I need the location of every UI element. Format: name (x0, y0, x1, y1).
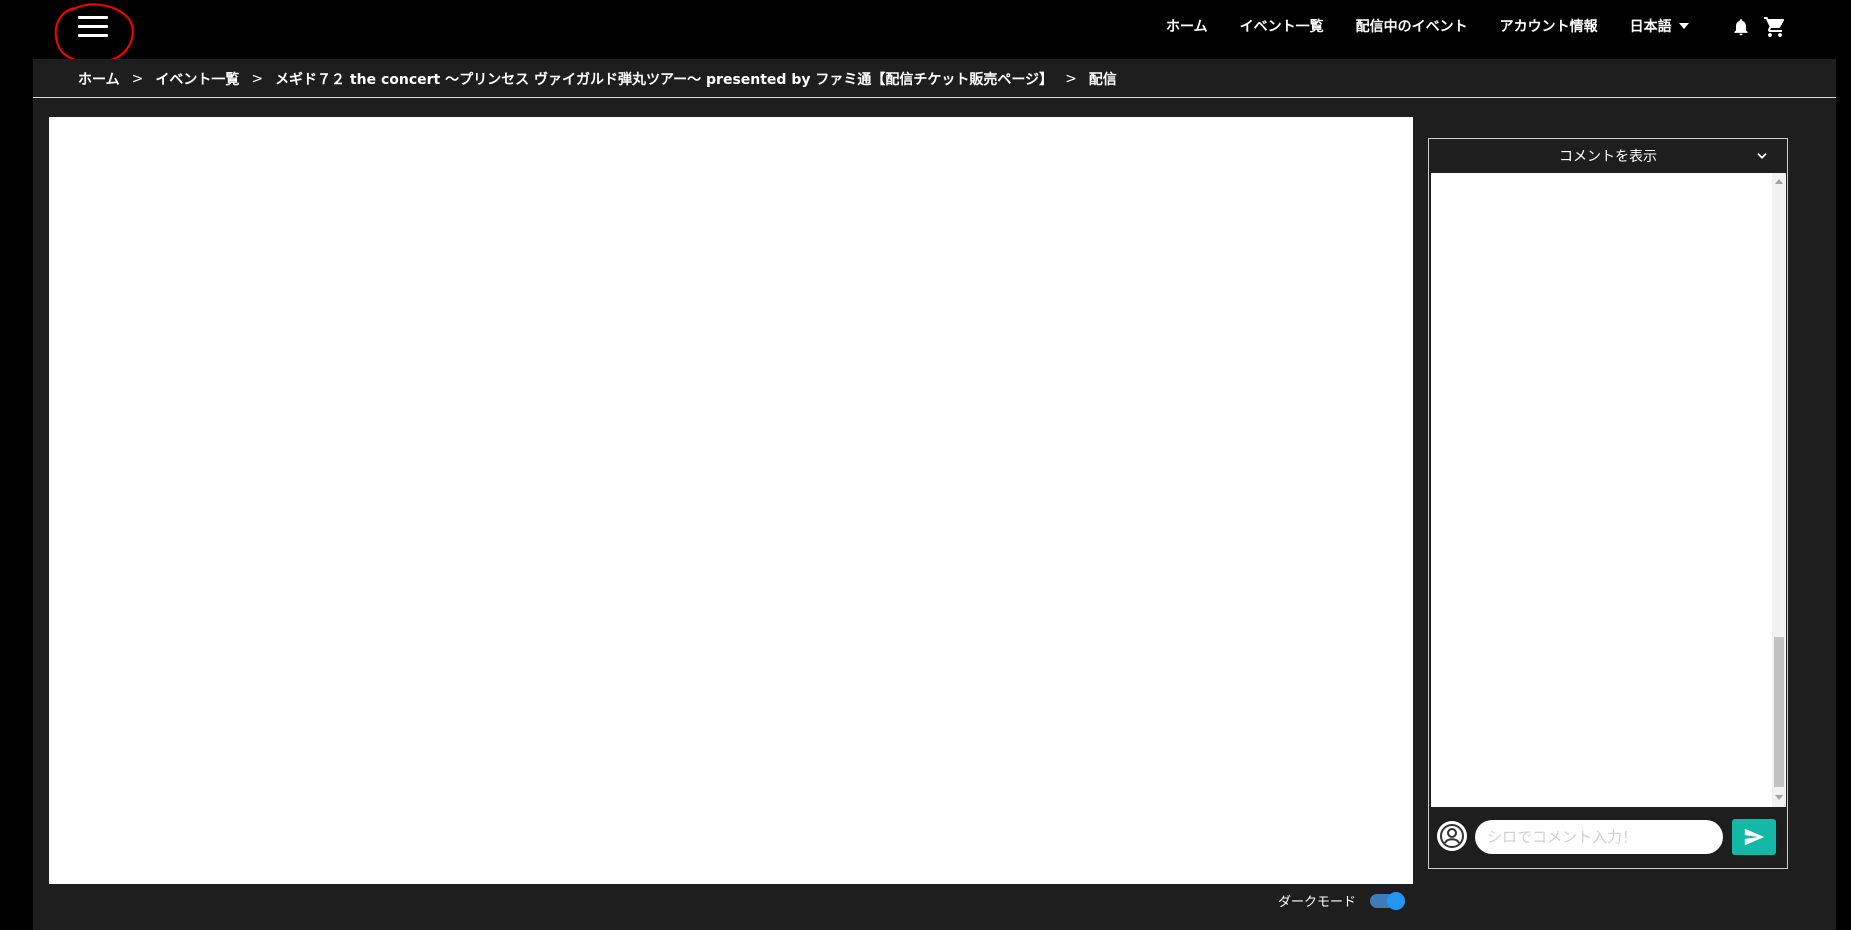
breadcrumb-current: 配信 (1088, 72, 1117, 88)
caret-down-icon (1678, 23, 1689, 29)
nav-account[interactable]: アカウント情報 (1500, 16, 1598, 36)
language-select[interactable]: 日本語 (1630, 16, 1689, 36)
darkmode-toggle-row: ダークモード (1278, 891, 1406, 910)
comment-scrollbar[interactable] (1772, 173, 1786, 807)
comments-toggle-header[interactable]: コメントを表示 (1429, 139, 1787, 173)
scroll-down-icon[interactable] (1775, 795, 1783, 800)
user-circle-icon (1437, 821, 1467, 851)
darkmode-toggle[interactable] (1370, 891, 1406, 910)
breadcrumb-separator: > (251, 71, 264, 87)
breadcrumb-home[interactable]: ホーム (78, 69, 120, 89)
chevron-down-icon (1757, 153, 1767, 159)
nav-events[interactable]: イベント一覧 (1240, 16, 1324, 36)
breadcrumb-events[interactable]: イベント一覧 (155, 69, 239, 89)
scroll-up-icon[interactable] (1775, 179, 1783, 184)
breadcrumb-separator: > (1065, 71, 1077, 87)
send-button[interactable] (1732, 819, 1776, 855)
divider (33, 97, 1836, 98)
breadcrumb-separator: > (131, 71, 144, 87)
comments-header-label: コメントを表示 (1559, 149, 1657, 165)
video-player[interactable] (49, 117, 1413, 884)
comment-list[interactable] (1431, 173, 1772, 807)
menu-icon[interactable] (78, 14, 112, 38)
bell-icon[interactable] (1731, 16, 1751, 38)
scrollbar-thumb[interactable] (1774, 637, 1784, 787)
main-content: ホーム > イベント一覧 > メギド７２ the concert 〜プリンセス … (33, 59, 1836, 930)
top-navbar: ホーム イベント一覧 配信中のイベント アカウント情報 日本語 (0, 0, 1851, 64)
breadcrumb-event[interactable]: メギド７２ the concert 〜プリンセス ヴァイガルド弾丸ツアー〜 pr… (275, 69, 1053, 89)
main-nav: ホーム イベント一覧 配信中のイベント アカウント情報 日本語 (1166, 16, 1721, 36)
comment-input-row (1429, 809, 1787, 868)
cart-icon[interactable] (1763, 15, 1787, 39)
breadcrumb: ホーム > イベント一覧 > メギド７２ the concert 〜プリンセス … (78, 69, 1117, 89)
nav-live-events[interactable]: 配信中のイベント (1356, 16, 1468, 36)
send-icon (1744, 828, 1765, 846)
darkmode-label: ダークモード (1278, 895, 1357, 910)
nav-home[interactable]: ホーム (1166, 16, 1208, 36)
comments-panel: コメントを表示 (1428, 138, 1788, 869)
comment-input[interactable] (1475, 820, 1723, 854)
language-label: 日本語 (1629, 19, 1672, 35)
